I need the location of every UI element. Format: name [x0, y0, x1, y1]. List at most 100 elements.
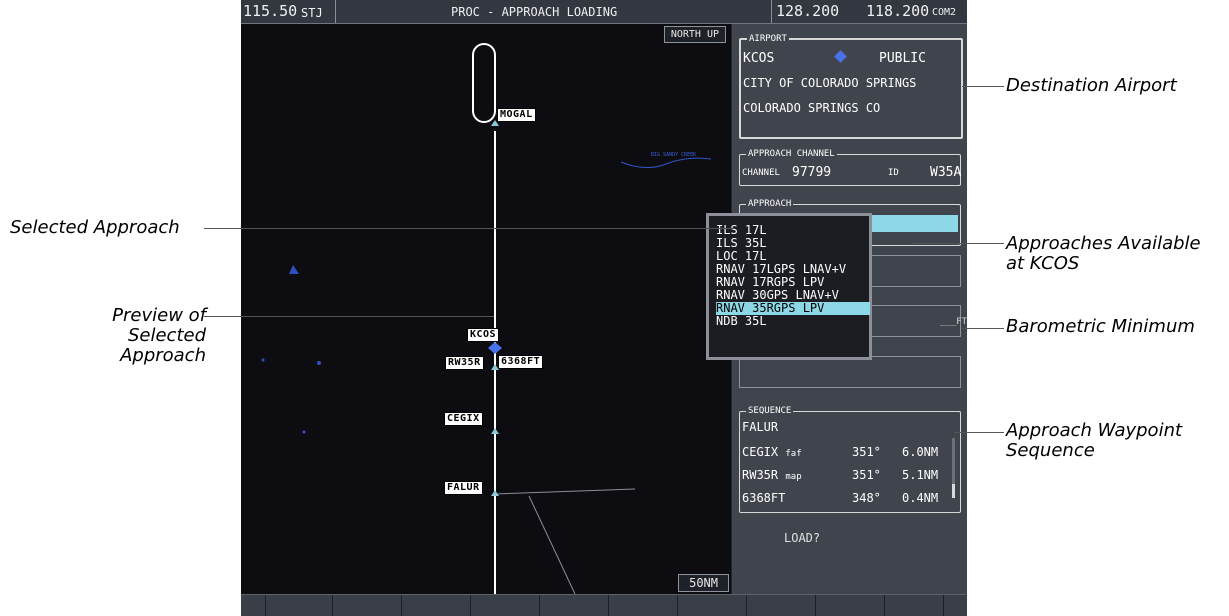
callout-waypoint-sequence: Approach Waypoint Sequence: [1006, 421, 1182, 461]
callout-preview-line1: Preview of: [112, 305, 206, 326]
approach-map[interactable]: NORTH UP BIG SANDY CREEK MOGAL KCOS RW35…: [241, 24, 731, 594]
sequence-box[interactable]: SEQUENCE FALUR CEGIX faf 351° 6.0NM RW35…: [739, 405, 961, 513]
waypoint-marker: [491, 490, 499, 496]
sequence-waypoint-type: map: [785, 472, 802, 482]
nav-station-id: STJ: [301, 6, 323, 20]
sequence-course: 348°: [852, 491, 881, 505]
waypoint-marker: [491, 428, 499, 434]
callout-approaches-available: Approaches Available at KCOS: [1006, 234, 1201, 274]
airport-city: COLORADO SPRINGS CO: [743, 101, 881, 115]
callout-barometric-minimum: Barometric Minimum: [1006, 316, 1195, 337]
leg-line: [494, 488, 636, 495]
elevation-label: 6368FT: [498, 355, 544, 369]
sequence-box-title: SEQUENCE: [746, 405, 794, 417]
approach-loading-panel: AIRPORT KCOS PUBLIC CITY OF COLORADO SPR…: [706, 24, 967, 594]
sequence-distance: 0.4NM: [902, 491, 939, 505]
airport-name: CITY OF COLORADO SPRINGS: [743, 76, 917, 90]
callout-approaches-available-line1: Approaches Available: [1006, 233, 1201, 254]
approach-channel-title: APPROACH CHANNEL: [746, 148, 837, 160]
water-spot: [289, 265, 299, 274]
top-status-bar: 115.50 STJ PROC - APPROACH LOADING 128.2…: [241, 0, 967, 24]
nav-frequency[interactable]: 115.50: [243, 2, 297, 20]
softkey-divider: [943, 595, 944, 616]
water-spot: [317, 361, 321, 365]
approach-box-title: APPROACH: [746, 198, 794, 210]
callout-preview: Preview of Selected Approach: [100, 306, 206, 366]
callout-destination-airport: Destination Airport: [1006, 75, 1177, 96]
holding-pattern: [472, 43, 496, 123]
com-active-frequency[interactable]: 128.200: [776, 2, 839, 20]
minimums-box-2: [739, 356, 961, 388]
airport-identifier[interactable]: KCOS: [743, 51, 774, 66]
sequence-waypoint: RW35R map: [742, 468, 802, 482]
softkey-divider: [884, 595, 885, 616]
sequence-waypoint-name: RW35R: [742, 468, 779, 482]
callout-line: [962, 328, 1004, 329]
page-title: PROC - APPROACH LOADING: [451, 5, 618, 19]
airport-symbol: [488, 342, 502, 354]
softkey-bar: [241, 594, 967, 616]
topbar-divider: [771, 0, 772, 23]
com-label: COM2: [932, 7, 957, 18]
callout-line: [204, 228, 734, 229]
callout-preview-line3: Approach: [120, 345, 206, 366]
channel-id-label: ID: [888, 168, 899, 178]
airport-box-title: AIRPORT: [747, 33, 789, 45]
waypoint-label-falur: FALUR: [444, 481, 483, 495]
callout-waypoint-sequence-line2: Sequence: [1006, 440, 1095, 461]
water-spot: [261, 358, 265, 362]
airport-icon: [834, 50, 847, 63]
sequence-waypoint-name: CEGIX: [742, 445, 779, 459]
waypoint-label-cegix: CEGIX: [444, 412, 483, 426]
sequence-distance: 6.0NM: [902, 445, 939, 459]
map-orientation[interactable]: NORTH UP: [663, 26, 726, 43]
callout-line: [204, 316, 494, 317]
sequence-course: 351°: [852, 468, 881, 482]
baro-minimum-value[interactable]: ___FT: [940, 317, 967, 327]
softkey-divider: [539, 595, 540, 616]
softkey-divider: [332, 595, 333, 616]
topbar-divider: [335, 0, 336, 23]
leg-line: [528, 495, 576, 594]
sequence-waypoint: CEGIX faf: [742, 445, 802, 459]
approach-list-popup[interactable]: ILS 17L ILS 35L LOC 17L RNAV 17LGPS LNAV…: [706, 213, 872, 360]
waypoint-label-mogal: MOGAL: [497, 108, 536, 122]
sequence-distance: 5.1NM: [902, 468, 939, 482]
sequence-waypoint: 6368FT: [742, 491, 786, 505]
approach-list-item[interactable]: NDB 35L: [716, 315, 870, 328]
callout-line: [954, 432, 1004, 433]
softkey-divider: [746, 595, 747, 616]
runway-label: RW35R: [445, 356, 484, 370]
channel-label: CHANNEL: [742, 168, 780, 178]
softkey-divider: [470, 595, 471, 616]
load-button[interactable]: LOAD?: [784, 531, 820, 545]
callout-line: [962, 86, 1004, 87]
callout-approaches-available-line2: at KCOS: [1006, 253, 1080, 274]
softkey-divider: [815, 595, 816, 616]
softkey-divider: [265, 595, 266, 616]
creek-label: BIG SANDY CREEK: [651, 152, 697, 158]
water-spot: [302, 430, 306, 434]
mfd-display: 115.50 STJ PROC - APPROACH LOADING 128.2…: [241, 0, 967, 616]
sequence-waypoint-type: faf: [785, 449, 802, 459]
sequence-waypoint: FALUR: [742, 420, 779, 434]
softkey-divider: [677, 595, 678, 616]
callout-waypoint-sequence-line1: Approach Waypoint: [1006, 420, 1183, 441]
callout-preview-line2: Selected: [127, 325, 206, 346]
airport-type: PUBLIC: [879, 51, 926, 66]
sequence-course: 351°: [852, 445, 881, 459]
creek-line: [620, 157, 712, 168]
softkey-divider: [401, 595, 402, 616]
com-standby-frequency[interactable]: 118.200: [866, 2, 929, 20]
airport-box[interactable]: AIRPORT KCOS PUBLIC CITY OF COLORADO SPR…: [739, 33, 963, 139]
approach-channel-box[interactable]: APPROACH CHANNEL CHANNEL 97799 ID W35A: [739, 148, 962, 186]
airport-label-kcos: KCOS: [467, 328, 500, 342]
channel-number[interactable]: 97799: [792, 165, 831, 180]
map-range[interactable]: 50NM: [678, 574, 729, 592]
callout-selected-approach: Selected Approach: [10, 217, 180, 238]
softkey-divider: [608, 595, 609, 616]
callout-line: [912, 243, 1004, 244]
map-drawing: [261, 43, 712, 594]
channel-id: W35A: [930, 165, 962, 180]
sequence-scroll-thumb[interactable]: [952, 484, 955, 498]
